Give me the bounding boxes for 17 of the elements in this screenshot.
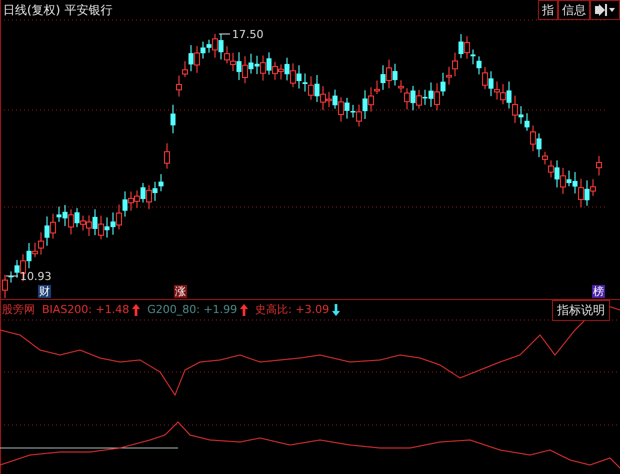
period-label: 日线(复权) — [3, 2, 60, 19]
candlestick — [170, 104, 176, 134]
candlestick — [596, 156, 602, 176]
candlestick — [164, 142, 170, 170]
indicator-value: 史高比: +3.09 — [255, 302, 330, 317]
event-marker[interactable]: 财 — [38, 285, 51, 298]
indicator-value: BIAS200: +1.48 — [42, 303, 130, 316]
high-price-label: 17.50 — [218, 28, 264, 41]
indicator-value: G200_80: +1.99 — [147, 303, 238, 316]
event-marker[interactable]: 涨 — [174, 285, 187, 298]
toolbar-button[interactable]: 信息 — [558, 0, 590, 20]
play-menu-button[interactable] — [590, 0, 620, 20]
stock-name: 平安银行 — [64, 2, 112, 19]
indicator-help-button[interactable]: 指标说明 — [552, 300, 610, 321]
toolbar-button[interactable]: 指 — [538, 0, 558, 20]
indicator-name: 股旁网 — [2, 302, 35, 317]
event-marker[interactable]: 榜 — [592, 285, 605, 298]
